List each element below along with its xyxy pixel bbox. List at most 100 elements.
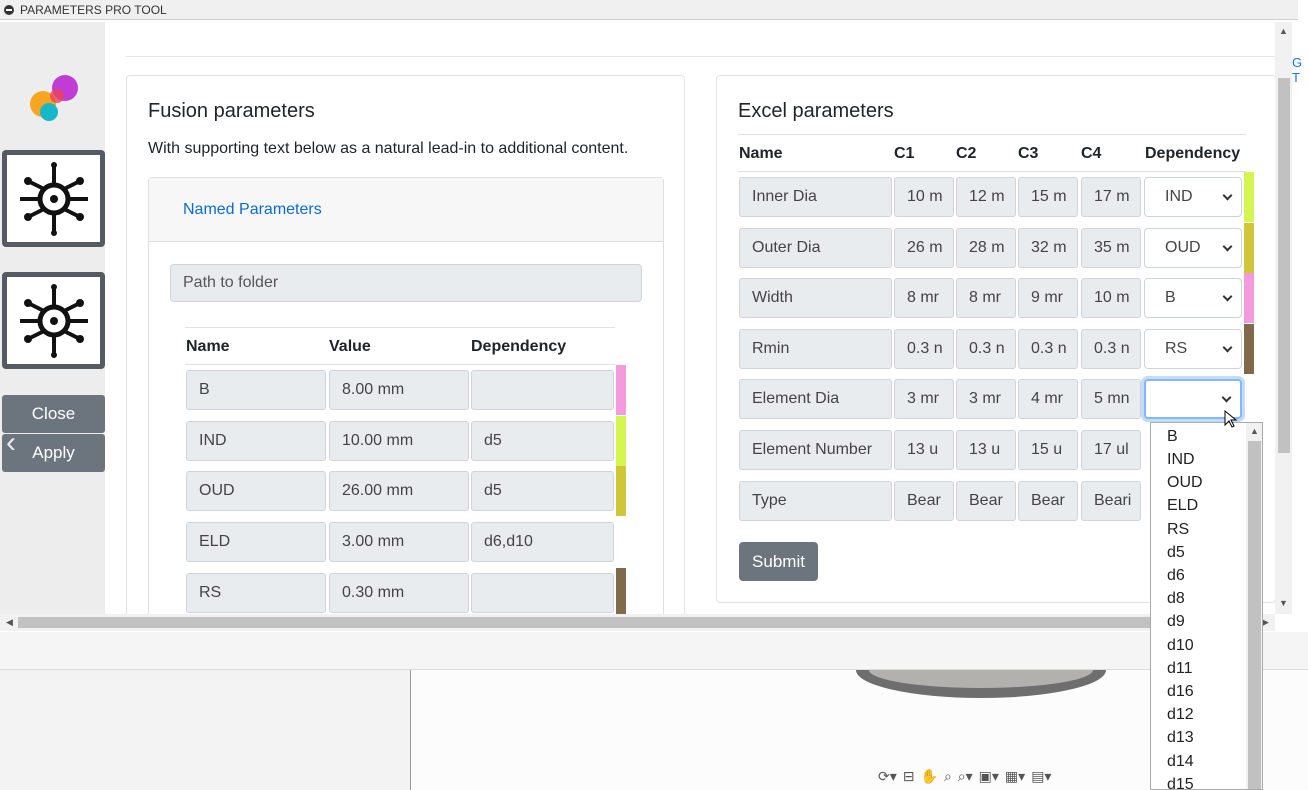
excel-c3-cell[interactable]: 4 mr bbox=[1018, 379, 1078, 419]
excel-c4-cell[interactable]: 35 m bbox=[1081, 228, 1141, 268]
excel-c4-cell[interactable]: 5 mn bbox=[1081, 379, 1141, 419]
hand-icon[interactable]: ✋ bbox=[921, 768, 938, 788]
path-to-folder-input[interactable]: Path to folder bbox=[170, 264, 642, 302]
dropdown-option[interactable]: RS bbox=[1167, 521, 1189, 539]
dependency-select[interactable]: B bbox=[1144, 278, 1242, 318]
dropdown-option[interactable]: B bbox=[1167, 428, 1178, 446]
dependency-select[interactable]: RS bbox=[1144, 329, 1242, 369]
param-value-cell[interactable]: 8.00 mm bbox=[329, 370, 469, 410]
dropdown-option[interactable]: IND bbox=[1167, 451, 1195, 469]
dropdown-option[interactable]: d8 bbox=[1167, 590, 1185, 608]
param-dependency-cell[interactable] bbox=[471, 370, 614, 410]
dropdown-option[interactable]: d10 bbox=[1167, 637, 1194, 655]
param-name-cell[interactable]: IND bbox=[186, 421, 326, 461]
view-layout-icon[interactable]: ▤▾ bbox=[1031, 768, 1051, 788]
scroll-right-icon[interactable]: ▶ bbox=[1262, 617, 1269, 628]
excel-name-cell[interactable]: Width bbox=[739, 278, 892, 318]
param-name-cell[interactable]: OUD bbox=[186, 471, 326, 511]
dropdown-option[interactable]: d9 bbox=[1167, 613, 1185, 631]
orbit-icon[interactable]: ⟳▾ bbox=[878, 768, 897, 788]
scroll-thumb[interactable] bbox=[18, 617, 1258, 628]
excel-name-cell[interactable]: Element Dia bbox=[739, 379, 892, 419]
param-dependency-cell[interactable]: d5 bbox=[471, 421, 614, 461]
excel-c2-cell[interactable]: 28 m bbox=[956, 228, 1016, 268]
param-value-cell[interactable]: 3.00 mm bbox=[329, 522, 469, 562]
dropdown-option[interactable]: d14 bbox=[1167, 753, 1194, 771]
dependency-select[interactable]: IND bbox=[1144, 177, 1242, 217]
dropdown-option[interactable]: ELD bbox=[1167, 497, 1198, 515]
excel-c1-cell[interactable]: 3 mr bbox=[894, 379, 954, 419]
excel-c1-cell[interactable]: 8 mr bbox=[894, 278, 954, 318]
dropdown-option[interactable]: d16 bbox=[1167, 683, 1194, 701]
dropdown-option[interactable]: d6 bbox=[1167, 567, 1185, 585]
named-parameters-link[interactable]: Named Parameters bbox=[183, 201, 322, 219]
zoom-window-icon[interactable]: ⌕▾ bbox=[958, 768, 973, 788]
dropdown-option[interactable]: d12 bbox=[1167, 706, 1194, 724]
excel-c1-cell[interactable]: 0.3 n bbox=[894, 329, 954, 369]
excel-c4-cell[interactable]: 17 m bbox=[1081, 177, 1141, 217]
dropdown-option[interactable]: OUD bbox=[1167, 474, 1203, 492]
horizontal-scrollbar[interactable]: ◀ ▶ bbox=[0, 614, 1275, 631]
scroll-up-icon[interactable]: ▲ bbox=[1279, 26, 1288, 36]
excel-c4-cell[interactable]: 17 ul bbox=[1081, 430, 1141, 470]
excel-c2-cell[interactable]: 13 u bbox=[956, 430, 1016, 470]
zoom-icon[interactable]: ⌕ bbox=[944, 768, 952, 788]
excel-c2-cell[interactable]: 8 mr bbox=[956, 278, 1016, 318]
window-menu-icon[interactable] bbox=[4, 4, 14, 15]
vertical-scrollbar[interactable]: ▲ ▼ bbox=[1275, 22, 1292, 614]
excel-c3-cell[interactable]: 9 mr bbox=[1018, 278, 1078, 318]
dropdown-option[interactable]: d13 bbox=[1167, 729, 1194, 747]
excel-c1-cell[interactable]: Bear bbox=[894, 481, 954, 521]
excel-c4-cell[interactable]: 10 m bbox=[1081, 278, 1141, 318]
excel-name-cell[interactable]: Outer Dia bbox=[739, 228, 892, 268]
display-icon[interactable]: ▣▾ bbox=[979, 768, 999, 788]
param-name-cell[interactable]: RS bbox=[186, 573, 326, 613]
param-dependency-cell[interactable]: d6,d10 bbox=[471, 522, 614, 562]
scroll-thumb[interactable] bbox=[1248, 441, 1261, 789]
excel-name-cell[interactable]: Inner Dia bbox=[739, 177, 892, 217]
scroll-left-icon[interactable]: ◀ bbox=[6, 617, 13, 628]
excel-c3-cell[interactable]: 32 m bbox=[1018, 228, 1078, 268]
grid-icon[interactable]: ▦▾ bbox=[1005, 768, 1025, 788]
excel-c2-cell[interactable]: Bear bbox=[956, 481, 1016, 521]
param-name-cell[interactable]: B bbox=[186, 370, 326, 410]
excel-c3-cell[interactable]: Bear bbox=[1018, 481, 1078, 521]
scroll-up-icon[interactable]: ▲ bbox=[1250, 426, 1259, 436]
excel-c3-cell[interactable]: 0.3 n bbox=[1018, 329, 1078, 369]
excel-c2-cell[interactable]: 0.3 n bbox=[956, 329, 1016, 369]
edge-tab[interactable]: G T bbox=[1292, 55, 1308, 85]
param-value-cell[interactable]: 26.00 mm bbox=[329, 471, 469, 511]
dependency-dropdown-list[interactable]: B IND OUD ELD RS d5 d6 d8 d9 d10 d11 d16… bbox=[1150, 422, 1263, 790]
excel-name-cell[interactable]: Element Number bbox=[739, 430, 892, 470]
excel-name-cell[interactable]: Rmin bbox=[739, 329, 892, 369]
dropdown-option[interactable]: d11 bbox=[1167, 660, 1193, 678]
param-dependency-cell[interactable]: d5 bbox=[471, 471, 614, 511]
sidebar-thumbnail-1[interactable] bbox=[2, 150, 105, 247]
scroll-thumb[interactable] bbox=[1278, 78, 1290, 453]
param-name-cell[interactable]: ELD bbox=[186, 522, 326, 562]
scroll-down-icon[interactable]: ▼ bbox=[1279, 598, 1288, 608]
excel-c3-cell[interactable]: 15 m bbox=[1018, 177, 1078, 217]
chevron-left-icon[interactable]: ‹ bbox=[6, 428, 16, 458]
param-value-cell[interactable]: 0.30 mm bbox=[329, 573, 469, 613]
dropdown-option[interactable]: d5 bbox=[1167, 544, 1185, 562]
dependency-select[interactable]: OUD bbox=[1144, 228, 1242, 268]
excel-c1-cell[interactable]: 10 m bbox=[894, 177, 954, 217]
submit-button[interactable]: Submit bbox=[739, 542, 818, 581]
param-dependency-cell[interactable] bbox=[471, 573, 614, 613]
param-value-cell[interactable]: 10.00 mm bbox=[329, 421, 469, 461]
dropdown-scrollbar[interactable]: ▲ bbox=[1246, 423, 1262, 789]
close-button[interactable]: Close bbox=[2, 395, 105, 433]
sidebar-thumbnail-2[interactable] bbox=[2, 272, 105, 369]
apply-button[interactable]: Apply bbox=[2, 434, 105, 472]
excel-c1-cell[interactable]: 26 m bbox=[894, 228, 954, 268]
excel-c4-cell[interactable]: Beari bbox=[1081, 481, 1141, 521]
excel-c4-cell[interactable]: 0.3 n bbox=[1081, 329, 1141, 369]
dropdown-option[interactable]: d15 bbox=[1167, 776, 1194, 789]
excel-c2-cell[interactable]: 12 m bbox=[956, 177, 1016, 217]
excel-c3-cell[interactable]: 15 u bbox=[1018, 430, 1078, 470]
excel-name-cell[interactable]: Type bbox=[739, 481, 892, 521]
excel-c1-cell[interactable]: 13 u bbox=[894, 430, 954, 470]
pan-icon[interactable]: ⊟ bbox=[903, 768, 915, 788]
excel-c2-cell[interactable]: 3 mr bbox=[956, 379, 1016, 419]
